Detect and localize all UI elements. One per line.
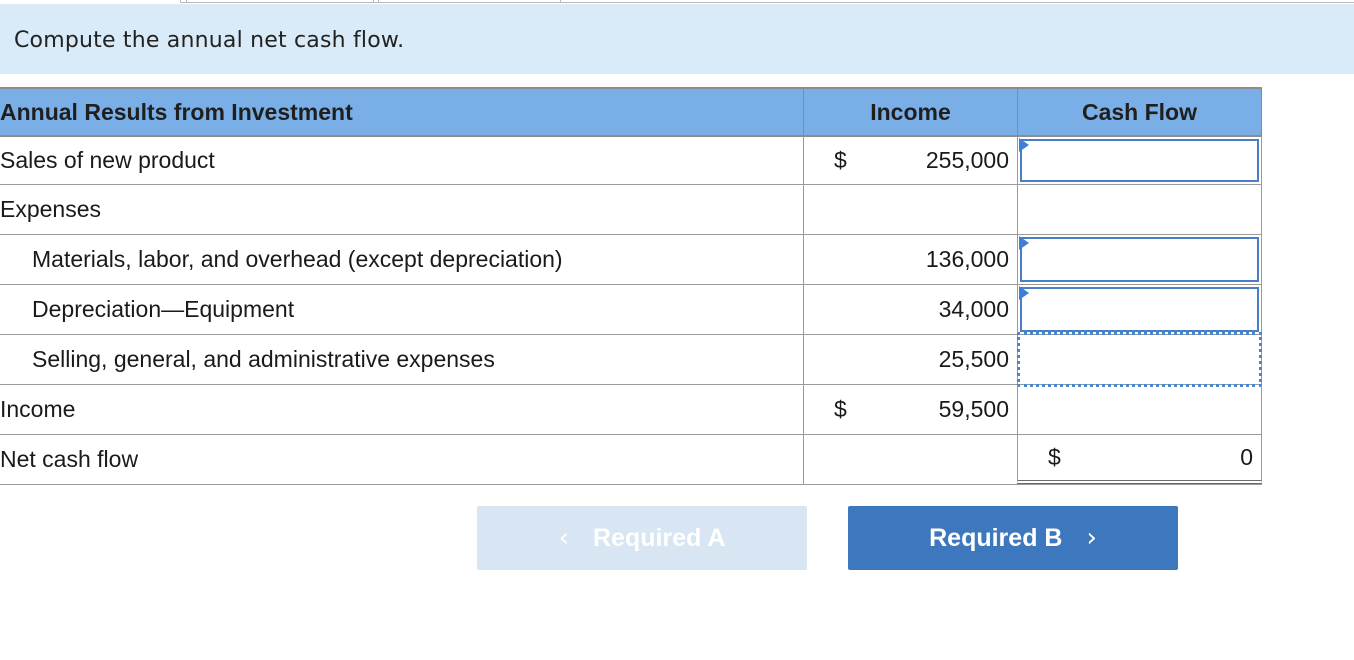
chevron-left-icon: ‹ <box>558 523 569 553</box>
cash-flow-cell-expenses <box>1017 185 1262 234</box>
required-b-button[interactable]: Required B › <box>848 506 1178 570</box>
cash-flow-input-sales[interactable] <box>1020 139 1259 182</box>
input-marker-icon <box>1019 286 1029 300</box>
income-cell-sales: $ 255,000 <box>803 137 1017 184</box>
row-label-depreciation: Depreciation—Equipment <box>32 296 295 322</box>
required-a-label: Required A <box>592 523 726 552</box>
income-value-selling: 25,500 <box>938 346 1009 372</box>
table-row: Income $ 59,500 <box>0 385 1262 435</box>
dollar-sign: $ <box>834 147 847 173</box>
table-header-row: Annual Results from Investment Income Ca… <box>0 87 1262 137</box>
required-b-label: Required B <box>929 523 1063 552</box>
cash-flow-cell-net-cash-flow: $ 0 <box>1017 435 1262 484</box>
cash-flow-input-materials[interactable] <box>1020 237 1259 282</box>
row-label-sales: Sales of new product <box>0 147 215 173</box>
income-value-depreciation: 34,000 <box>938 296 1009 322</box>
income-cell-income: $ 59,500 <box>803 385 1017 434</box>
cash-flow-input-depreciation[interactable] <box>1020 287 1259 332</box>
dollar-sign: $ <box>1048 444 1061 470</box>
dollar-sign: $ <box>834 396 847 422</box>
cash-flow-cell-materials <box>1017 235 1262 284</box>
chevron-right-icon: › <box>1086 523 1097 553</box>
cash-flow-cell-depreciation <box>1017 285 1262 334</box>
header-cash-flow: Cash Flow <box>1017 89 1262 135</box>
instruction-banner: Compute the annual net cash flow. <box>0 4 1354 74</box>
income-value-sales: 255,000 <box>925 147 1009 173</box>
income-value-materials: 136,000 <box>925 246 1009 272</box>
input-marker-icon <box>1019 236 1029 250</box>
cash-flow-cell-income <box>1017 385 1262 434</box>
income-cell-expenses <box>803 185 1017 234</box>
row-label-expenses: Expenses <box>0 196 102 222</box>
header-income: Income <box>803 89 1017 135</box>
table-row: Net cash flow $ 0 <box>0 435 1262 485</box>
table-row: Expenses <box>0 185 1262 235</box>
income-cell-depreciation: 34,000 <box>803 285 1017 334</box>
row-label-income: Income <box>0 396 76 422</box>
cash-flow-cell-sales <box>1017 137 1262 184</box>
net-cash-flow-value: 0 <box>1240 444 1253 470</box>
header-annual-results: Annual Results from Investment <box>0 98 353 125</box>
table-row: Materials, labor, and overhead (except d… <box>0 235 1262 285</box>
cash-flow-cell-selling[interactable] <box>1017 335 1262 384</box>
row-label-selling: Selling, general, and administrative exp… <box>32 346 495 372</box>
instruction-text: Compute the annual net cash flow. <box>14 28 405 53</box>
row-label-net-cash-flow: Net cash flow <box>0 446 139 472</box>
table-row: Sales of new product $ 255,000 <box>0 137 1262 185</box>
row-label-materials: Materials, labor, and overhead (except d… <box>32 246 563 272</box>
income-cell-selling: 25,500 <box>803 335 1017 384</box>
table-row: Selling, general, and administrative exp… <box>0 335 1262 385</box>
input-marker-icon <box>1019 138 1029 152</box>
table-row: Depreciation—Equipment 34,000 <box>0 285 1262 335</box>
required-a-button[interactable]: ‹ Required A <box>477 506 807 570</box>
income-cell-materials: 136,000 <box>803 235 1017 284</box>
income-cell-net-cash-flow <box>803 435 1017 484</box>
income-value-income: 59,500 <box>938 396 1009 422</box>
